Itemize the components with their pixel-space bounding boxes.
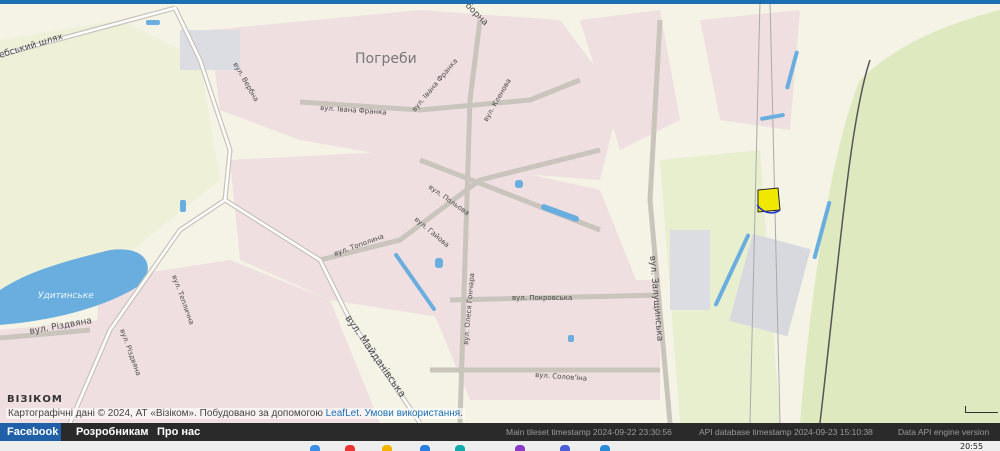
engine-version: Data API engine version (898, 427, 990, 437)
footer-bar: Facebook Розробникам Про нас Main tilese… (0, 423, 1000, 441)
taskbar-app-icon[interactable] (560, 445, 570, 451)
scale-bar (965, 406, 998, 413)
vizicom-logo: ВІЗІКОМ (7, 394, 63, 405)
map-tiles: Погреби Удитинське ебський шлях борна ву… (0, 4, 1000, 423)
facebook-link[interactable]: Facebook (0, 423, 61, 441)
os-taskbar (0, 441, 1000, 451)
taskbar-app-icon[interactable] (600, 445, 610, 451)
taskbar-clock[interactable]: 20:55 (960, 442, 983, 451)
taskbar-app-icon[interactable] (420, 445, 430, 451)
api-database-timestamp: API database timestamp 2024-09-23 15:10:… (699, 427, 873, 437)
forest-area (800, 10, 1000, 423)
taskbar-app-icon[interactable] (310, 445, 320, 451)
industrial-building (670, 230, 710, 310)
taskbar-app-icon[interactable] (455, 445, 465, 451)
terms-link[interactable]: Умови використання (365, 408, 461, 419)
taskbar-app-icon[interactable] (515, 445, 525, 451)
map-canvas[interactable]: Погреби Удитинське ебський шлях борна ву… (0, 4, 1000, 423)
main-tileset-timestamp: Main tileset timestamp 2024-09-22 23:30:… (506, 427, 672, 437)
taskbar-app-icon[interactable] (345, 445, 355, 451)
street-label: вул. Покровська (512, 294, 572, 302)
about-link[interactable]: Про нас (157, 423, 200, 441)
leaflet-link[interactable]: LeafLet (326, 408, 359, 419)
place-label: Погреби (355, 51, 417, 67)
lake-label: Удитинське (38, 291, 94, 301)
developers-link[interactable]: Розробникам (76, 423, 149, 441)
attribution-text: Картографічні дані © 2024, АТ «Візіком».… (8, 408, 326, 419)
map-attribution: Картографічні дані © 2024, АТ «Візіком».… (6, 408, 465, 419)
taskbar-app-icon[interactable] (382, 445, 392, 451)
